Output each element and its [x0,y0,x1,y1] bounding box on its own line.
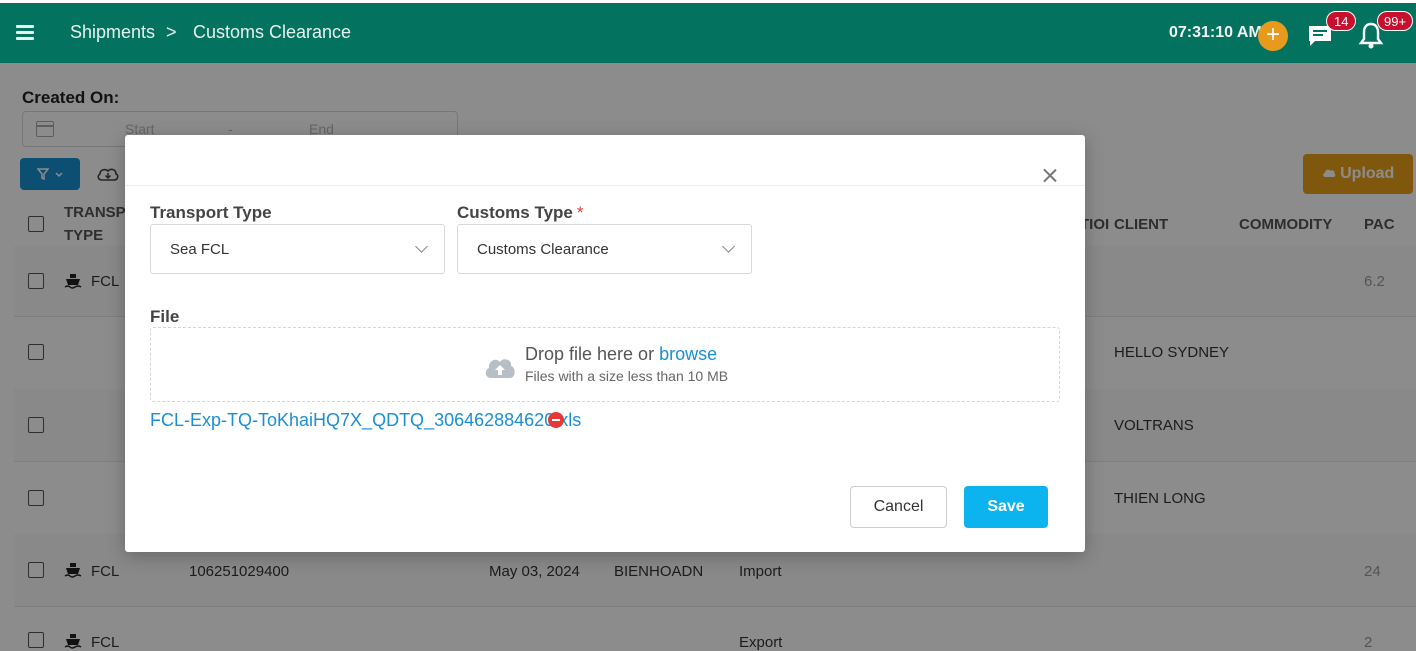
notification-badge: 99+ [1377,11,1414,31]
transport-type-value: Sea FCL [170,241,230,258]
chevron-down-icon [722,240,735,253]
drop-text: Drop file here or browse [525,344,717,365]
cloud-upload-icon [485,359,515,378]
drop-hint: Files with a size less than 10 MB [525,368,729,384]
cancel-button[interactable]: Cancel [850,486,947,528]
customs-type-value: Customs Clearance [477,241,609,258]
remove-file-icon[interactable] [548,412,564,428]
browse-link[interactable]: browse [659,344,717,364]
file-label: File [150,307,180,326]
required-mark: * [576,203,584,222]
upload-modal: Transport Type Sea FCL Customs Type * Cus… [125,135,1085,552]
top-bar: Shipments > Customs Clearance 07:31:10 A… [0,0,1416,63]
chevron-down-icon [415,240,428,253]
hamburger-menu-icon[interactable] [16,25,34,40]
customs-type-select[interactable]: Customs Clearance [457,224,752,274]
transport-type-label: Transport Type [150,203,272,222]
close-icon[interactable] [1043,168,1057,182]
clock: 07:31:10 AM [1169,24,1262,41]
breadcrumb-separator: > [166,22,177,42]
customs-type-label-text: Customs Type [457,203,573,222]
customs-type-label: Customs Type * [457,203,584,223]
chat-badge: 14 [1326,11,1357,31]
plus-circle-icon[interactable]: + [1258,21,1288,51]
modal-divider [125,185,1085,186]
transport-type-select[interactable]: Sea FCL [150,224,445,274]
save-button[interactable]: Save [964,486,1048,528]
breadcrumb-shipments[interactable]: Shipments [70,22,155,43]
drop-instruction: Drop file here or [525,344,655,364]
breadcrumb-customs-clearance: Customs Clearance [193,22,352,42]
file-dropzone[interactable]: Drop file here or browse Files with a si… [150,327,1060,402]
uploaded-file-link[interactable]: FCL-Exp-TQ-ToKhaiHQ7X_QDTQ_306462884620.… [150,410,581,431]
